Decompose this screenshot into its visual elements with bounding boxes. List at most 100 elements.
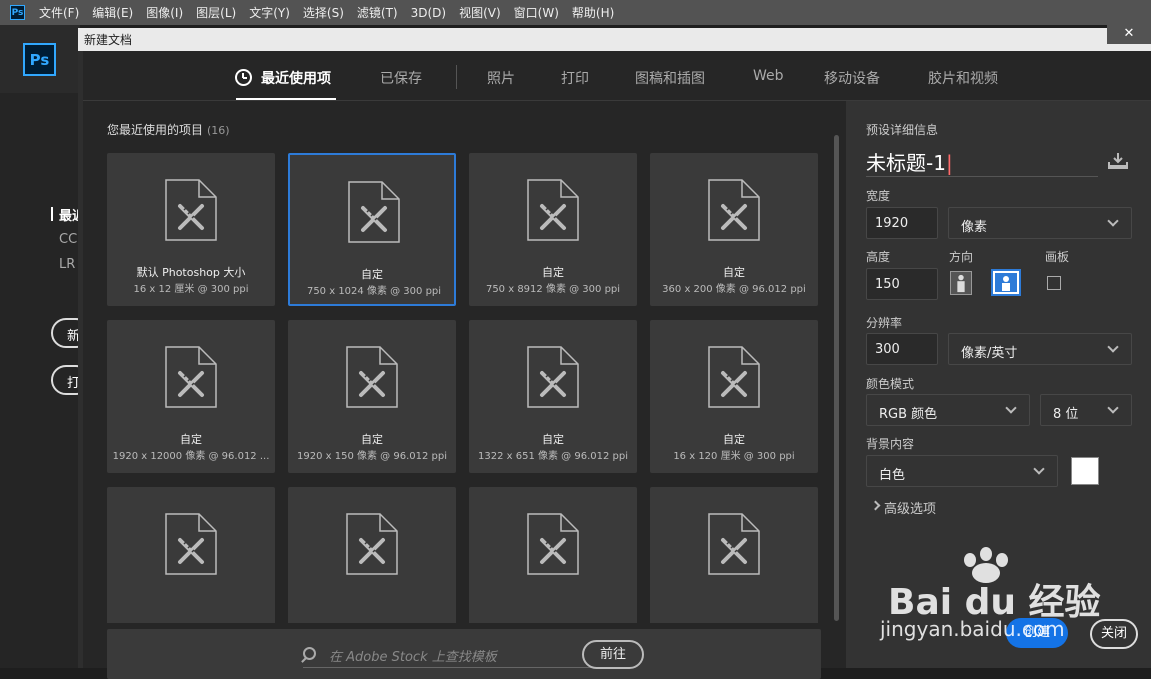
chevron-down-icon xyxy=(1033,463,1045,475)
card-name: 自定 xyxy=(542,266,564,279)
resolution-label: 分辨率 xyxy=(866,316,903,330)
recent-card[interactable]: 自定 16 x 120 厘米 @ 300 ppi xyxy=(650,320,818,473)
document-icon xyxy=(527,179,579,241)
tab-mobile[interactable]: 移动设备 xyxy=(824,68,880,88)
tab-web[interactable]: Web xyxy=(753,68,784,84)
advanced-options-toggle[interactable]: 高级选项 xyxy=(870,498,937,517)
ps-logo: Ps xyxy=(23,43,56,76)
background-value: 白色 xyxy=(879,468,906,483)
recent-count: (16) xyxy=(207,124,230,137)
menu-file[interactable]: 文件(F) xyxy=(39,4,79,21)
create-button[interactable]: 创建 xyxy=(1006,618,1068,648)
orientation-label: 方向 xyxy=(949,250,974,264)
preset-details-panel: 预设详细信息 未标题-1| 宽度 1920 像素 高度 方向 画板 150 分辨… xyxy=(846,101,1151,668)
ps-app-icon[interactable]: Ps xyxy=(10,5,25,20)
search-icon xyxy=(303,647,316,660)
menu-edit[interactable]: 编辑(E) xyxy=(92,4,133,21)
recent-card[interactable]: 自定 1920 x 150 像素 @ 96.012 ppi xyxy=(288,320,456,473)
recent-card[interactable] xyxy=(288,487,456,623)
portrait-orientation-icon[interactable] xyxy=(950,271,972,295)
resolution-unit-value: 像素/英寸 xyxy=(961,346,1018,361)
recent-card[interactable] xyxy=(650,487,818,623)
chevron-down-icon xyxy=(1107,341,1119,353)
home-nav-cc[interactable]: CC xyxy=(59,232,79,247)
card-spec: 1920 x 150 像素 @ 96.012 ppi xyxy=(297,451,447,462)
document-icon xyxy=(348,181,400,243)
dialog-close-icon[interactable]: ✕ xyxy=(1107,24,1151,44)
card-name: 自定 xyxy=(361,433,383,446)
grid-scrollbar[interactable] xyxy=(834,135,839,621)
recent-card[interactable]: 自定 750 x 8912 像素 @ 300 ppi xyxy=(469,153,637,306)
recent-card[interactable]: 自定 1322 x 651 像素 @ 96.012 ppi xyxy=(469,320,637,473)
menu-filter[interactable]: 滤镜(T) xyxy=(357,4,398,21)
home-nav-recent[interactable]: 最近 xyxy=(59,205,79,224)
goto-button[interactable]: 前往 xyxy=(582,640,644,669)
resolution-unit-select[interactable]: 像素/英寸 xyxy=(948,333,1132,365)
recent-card[interactable]: 默认 Photoshop 大小 16 x 12 厘米 @ 300 ppi xyxy=(107,153,275,306)
color-mode-select[interactable]: RGB 颜色 xyxy=(866,394,1030,426)
recent-card[interactable] xyxy=(107,487,275,623)
tab-saved[interactable]: 已保存 xyxy=(380,68,422,88)
menu-image[interactable]: 图像(I) xyxy=(146,4,183,21)
card-spec: 1920 x 12000 像素 @ 96.012 ... xyxy=(112,451,270,462)
width-unit-value: 像素 xyxy=(961,220,988,235)
background-label: 背景内容 xyxy=(866,437,915,451)
chevron-down-icon xyxy=(1107,402,1119,414)
document-name-value: 未标题-1 xyxy=(866,151,946,175)
document-icon xyxy=(527,346,579,408)
dialog-titlebar: 新建文档 xyxy=(78,28,1151,51)
menu-view[interactable]: 视图(V) xyxy=(459,4,501,21)
artboard-checkbox[interactable] xyxy=(1047,276,1061,290)
tab-film[interactable]: 胶片和视频 xyxy=(928,68,998,88)
bit-depth-select[interactable]: 8 位 xyxy=(1040,394,1132,426)
card-name: 自定 xyxy=(180,433,202,446)
save-preset-icon[interactable] xyxy=(1108,153,1128,169)
document-name-input[interactable]: 未标题-1| xyxy=(866,147,1098,177)
background-select[interactable]: 白色 xyxy=(866,455,1058,487)
menu-bar: Ps 文件(F) 编辑(E) 图像(I) 图层(L) 文字(Y) 选择(S) 滤… xyxy=(0,0,1151,25)
width-input[interactable]: 1920 xyxy=(866,207,938,239)
tab-recent[interactable]: 最近使用项 xyxy=(261,68,331,88)
width-unit-select[interactable]: 像素 xyxy=(948,207,1132,239)
menu-window[interactable]: 窗口(W) xyxy=(514,4,559,21)
menu-3d[interactable]: 3D(D) xyxy=(411,6,446,20)
recent-card[interactable]: 自定 360 x 200 像素 @ 96.012 ppi xyxy=(650,153,818,306)
background-color-swatch[interactable] xyxy=(1071,457,1099,485)
recent-card[interactable] xyxy=(469,487,637,623)
tab-art[interactable]: 图稿和插图 xyxy=(635,68,705,88)
card-name: 自定 xyxy=(361,268,383,281)
close-button[interactable]: 关闭 xyxy=(1090,619,1138,649)
recent-card[interactable]: 自定 1920 x 12000 像素 @ 96.012 ... xyxy=(107,320,275,473)
resolution-input[interactable]: 300 xyxy=(866,333,938,365)
width-label: 宽度 xyxy=(866,189,891,203)
card-spec: 16 x 12 厘米 @ 300 ppi xyxy=(133,284,249,295)
card-name: 自定 xyxy=(542,433,564,446)
landscape-orientation-icon[interactable] xyxy=(991,269,1021,296)
home-nav-lr[interactable]: LR xyxy=(59,257,79,272)
clock-icon xyxy=(235,69,252,86)
chevron-down-icon xyxy=(1005,402,1017,414)
document-icon xyxy=(165,513,217,575)
tab-photo[interactable]: 照片 xyxy=(487,68,515,88)
document-icon xyxy=(346,346,398,408)
card-spec: 16 x 120 厘米 @ 300 ppi xyxy=(673,451,795,462)
preset-tabs: 最近使用项 已保存 照片 打印 图稿和插图 Web 移动设备 胶片和视频 xyxy=(83,51,1151,101)
tab-print[interactable]: 打印 xyxy=(561,68,589,88)
menu-layer[interactable]: 图层(L) xyxy=(196,4,236,21)
preset-section-title: 预设详细信息 xyxy=(866,123,939,137)
menu-help[interactable]: 帮助(H) xyxy=(572,4,614,21)
stock-search-bar: 在 Adobe Stock 上查找模板 前往 xyxy=(107,629,821,679)
card-name: 自定 xyxy=(723,266,745,279)
menu-select[interactable]: 选择(S) xyxy=(303,4,344,21)
dialog-title: 新建文档 xyxy=(84,33,133,47)
stock-search-input[interactable]: 在 Adobe Stock 上查找模板 xyxy=(303,646,603,668)
card-name: 默认 Photoshop 大小 xyxy=(136,266,246,279)
document-icon xyxy=(708,346,760,408)
recent-section-title: 您最近使用的项目 (16) xyxy=(107,121,230,138)
advanced-options-label: 高级选项 xyxy=(884,502,937,517)
height-input[interactable]: 150 xyxy=(866,268,938,300)
dialog-body: 最近使用项 已保存 照片 打印 图稿和插图 Web 移动设备 胶片和视频 您最近… xyxy=(83,51,1151,679)
menu-type[interactable]: 文字(Y) xyxy=(249,4,290,21)
recent-card[interactable]: 自定 750 x 1024 像素 @ 300 ppi xyxy=(288,153,456,306)
home-nav-indicator xyxy=(51,207,53,221)
